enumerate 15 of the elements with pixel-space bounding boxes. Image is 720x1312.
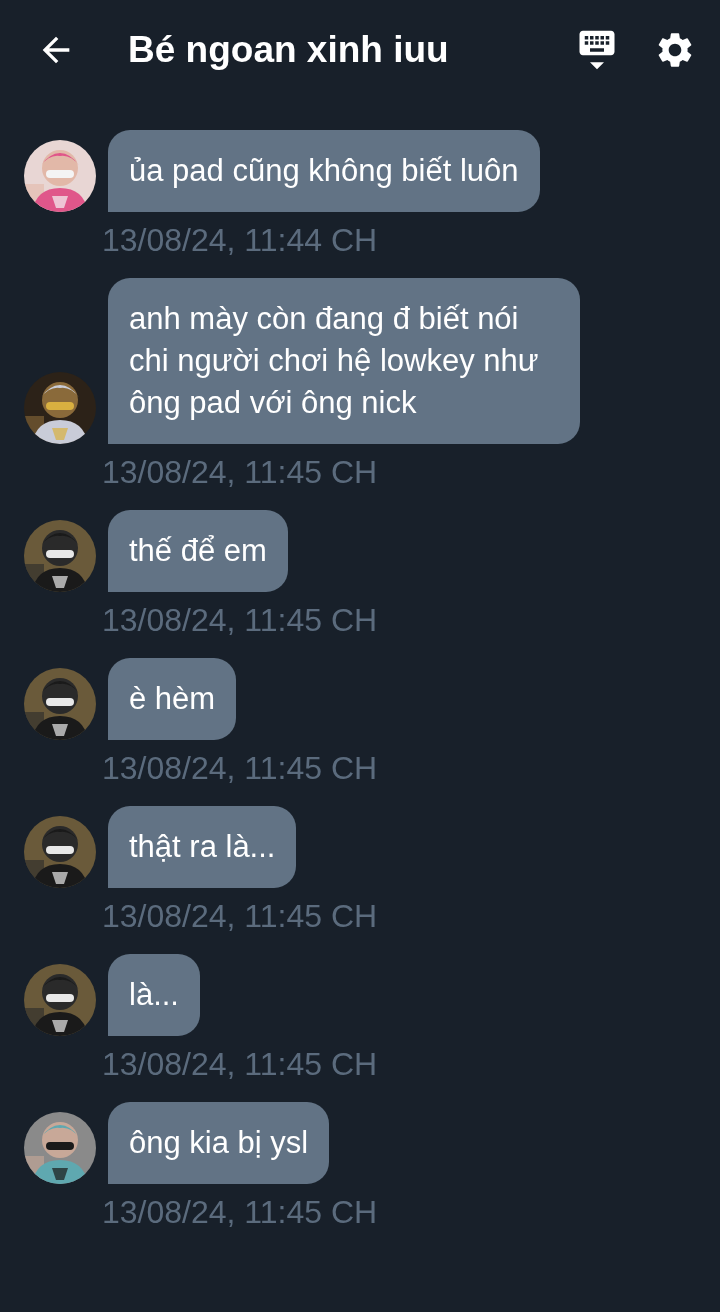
- message-bubble: thế để em: [108, 510, 288, 592]
- message-bubble: là...: [108, 954, 200, 1036]
- message-bubble: ông kia bị ysl: [108, 1102, 330, 1184]
- chat-title: Bé ngoan xinh iuu: [128, 29, 450, 71]
- message-timestamp: 13/08/24, 11:45 CH: [102, 897, 379, 936]
- message-bubble: ủa pad cũng không biết luôn: [108, 130, 540, 212]
- message-timestamp: 13/08/24, 11:45 CH: [102, 453, 379, 492]
- message-timestamp: 13/08/24, 11:45 CH: [102, 1193, 379, 1232]
- message-bubble: è hèm: [108, 658, 237, 740]
- message-timestamp: 13/08/24, 11:45 CH: [102, 601, 379, 640]
- message-timestamp: 13/08/24, 11:45 CH: [102, 1045, 379, 1084]
- message-timestamp: 13/08/24, 11:44 CH: [102, 221, 379, 260]
- message-timestamp: 13/08/24, 11:45 CH: [102, 749, 379, 788]
- message-bubble: thật ra là...: [108, 806, 297, 888]
- message-bubble: anh mày còn đang đ biết nói chi người chơi hệ lowkey như ông pad với ông nick: [108, 278, 580, 444]
